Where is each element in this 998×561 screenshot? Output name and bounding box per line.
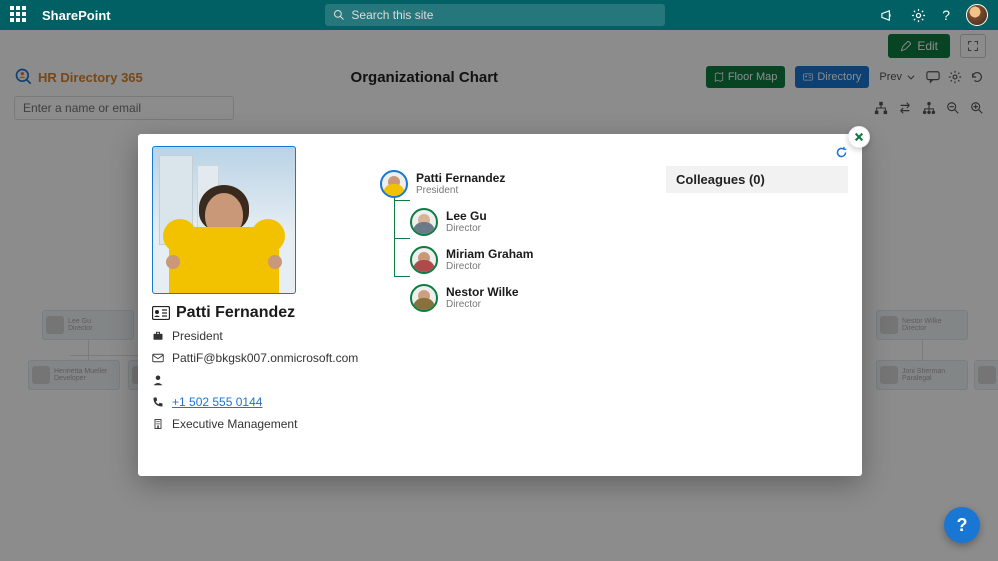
profile-photo	[152, 146, 296, 294]
help-fab[interactable]: ?	[944, 507, 980, 543]
hierarchy-report[interactable]: Nestor WilkeDirector	[410, 284, 648, 312]
report-name: Nestor Wilke	[446, 286, 519, 299]
close-button[interactable]	[848, 126, 870, 148]
hierarchy-root[interactable]: Patti FernandezPresident	[380, 170, 648, 198]
search-input[interactable]: Search this site	[325, 4, 665, 26]
search-icon	[333, 9, 345, 21]
hierarchy-report[interactable]: Miriam GrahamDirector	[410, 246, 648, 274]
gear-icon[interactable]	[911, 8, 926, 23]
profile-name: Patti Fernandez	[176, 304, 295, 322]
profile-email[interactable]: PattiF@bkgsk007.onmicrosoft.com	[172, 351, 358, 365]
profile-modal: Patti Fernandez President PattiF@bkgsk00…	[138, 134, 862, 476]
envelope-icon	[152, 352, 164, 364]
profile-title: President	[172, 329, 223, 343]
report-role: Director	[446, 299, 519, 310]
report-role: Director	[446, 223, 487, 234]
profile-department: Executive Management	[172, 417, 297, 431]
briefcase-icon	[152, 330, 164, 342]
suite-brand[interactable]: SharePoint	[42, 8, 111, 23]
close-icon	[854, 132, 864, 142]
profile-phone[interactable]: +1 502 555 0144	[172, 395, 262, 409]
id-card-icon	[152, 306, 170, 320]
megaphone-icon[interactable]	[880, 8, 895, 23]
report-name: Miriam Graham	[446, 248, 533, 261]
search-placeholder: Search this site	[351, 8, 433, 22]
root-role: President	[416, 185, 505, 196]
hierarchy-panel: Patti FernandezPresident Lee GuDirectorM…	[380, 146, 648, 464]
app-launcher-icon[interactable]	[10, 6, 28, 24]
building-icon	[152, 418, 164, 430]
root-name: Patti Fernandez	[416, 172, 505, 185]
colleagues-header: Colleagues (0)	[666, 166, 848, 193]
sync-icon[interactable]	[835, 146, 848, 159]
hierarchy-report[interactable]: Lee GuDirector	[410, 208, 648, 236]
suite-bar: SharePoint Search this site ?	[0, 0, 998, 30]
colleagues-panel: Colleagues (0)	[666, 146, 848, 464]
phone-icon	[152, 396, 164, 408]
person-icon	[152, 374, 164, 386]
profile-panel: Patti Fernandez President PattiF@bkgsk00…	[152, 146, 362, 464]
report-name: Lee Gu	[446, 210, 487, 223]
report-role: Director	[446, 261, 533, 272]
help-icon[interactable]: ?	[942, 7, 950, 23]
user-avatar[interactable]	[966, 4, 988, 26]
